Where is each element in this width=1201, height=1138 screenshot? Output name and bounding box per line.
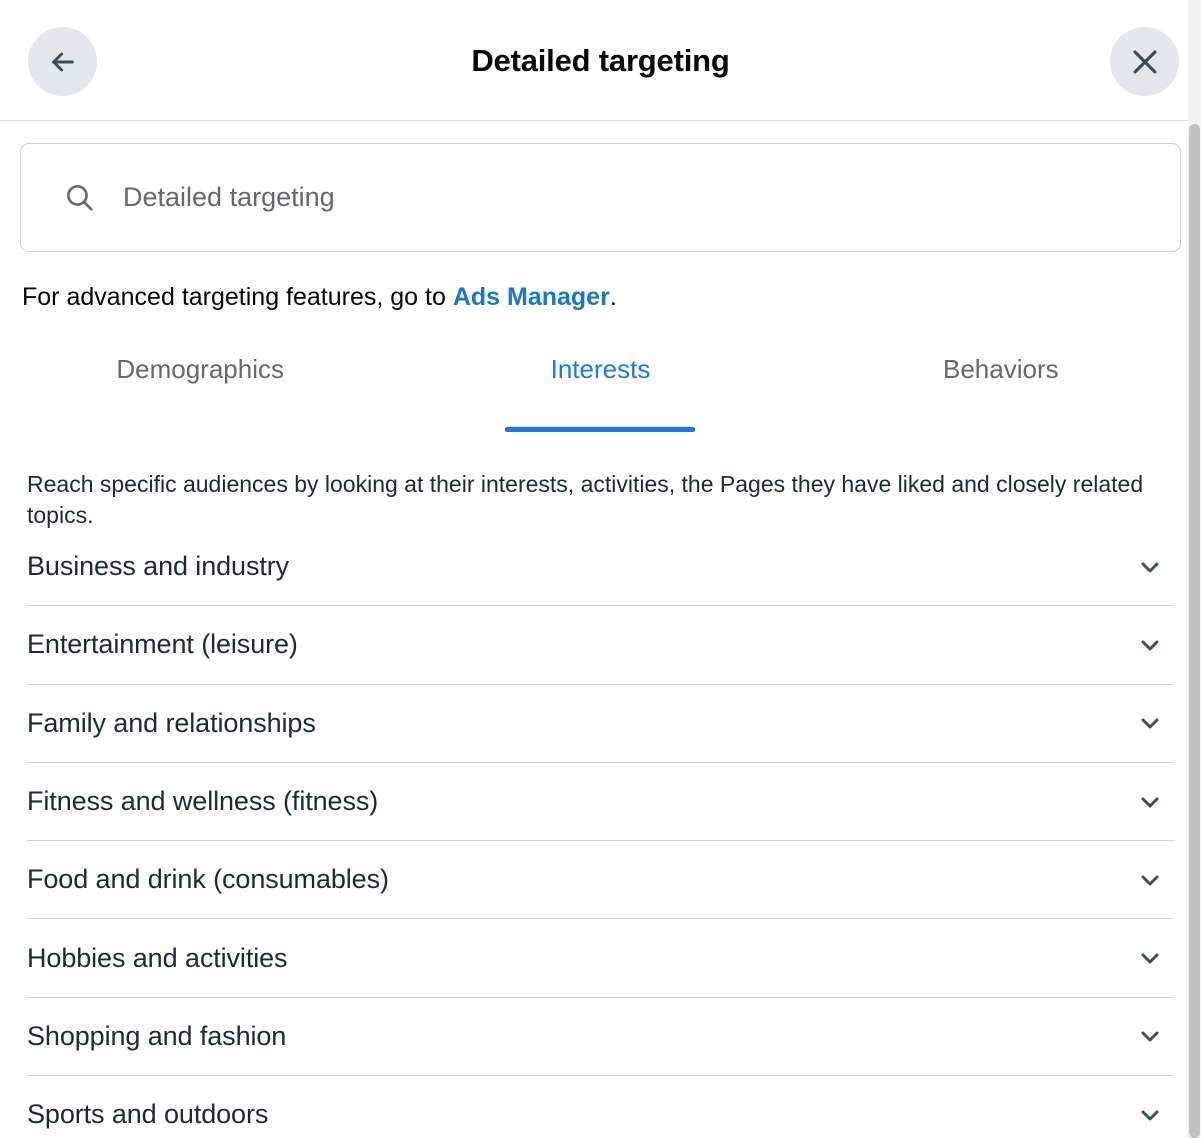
tab-behaviors[interactable]: Behaviors	[801, 346, 1201, 432]
tab-label: Interests	[551, 356, 651, 386]
category-row-shopping-and-fashion[interactable]: Shopping and fashion	[27, 998, 1174, 1076]
chevron-down-icon[interactable]	[1138, 946, 1162, 970]
tab-underline-active	[505, 427, 695, 432]
category-label: Family and relationships	[27, 710, 316, 737]
category-row-fitness-and-wellness[interactable]: Fitness and wellness (fitness)	[27, 763, 1174, 841]
dialog-header: Detailed targeting	[0, 0, 1201, 121]
search-icon	[43, 181, 115, 214]
page-scrollbar-track[interactable]	[1188, 0, 1201, 1138]
back-button[interactable]	[28, 27, 97, 96]
category-label: Hobbies and activities	[27, 945, 287, 972]
detailed-targeting-dialog: Detailed targeting For advanced targetin…	[0, 0, 1201, 1138]
tab-demographics[interactable]: Demographics	[0, 346, 400, 432]
interests-description: Reach specific audiences by looking at t…	[27, 469, 1182, 531]
chevron-down-icon[interactable]	[1138, 555, 1162, 579]
tab-underline	[906, 427, 1096, 432]
category-row-entertainment-leisure[interactable]: Entertainment (leisure)	[27, 606, 1174, 684]
targeting-tabs: Demographics Interests Behaviors	[0, 346, 1201, 432]
page-scrollbar-thumb[interactable]	[1189, 124, 1200, 1138]
category-row-hobbies-and-activities[interactable]: Hobbies and activities	[27, 919, 1174, 997]
tab-label: Behaviors	[943, 356, 1059, 386]
category-row-family-and-relationships[interactable]: Family and relationships	[27, 685, 1174, 763]
chevron-down-icon[interactable]	[1138, 790, 1162, 814]
search-box[interactable]	[20, 143, 1181, 252]
close-button[interactable]	[1110, 27, 1179, 96]
chevron-down-icon[interactable]	[1138, 633, 1162, 657]
advanced-targeting-note: For advanced targeting features, go to A…	[22, 281, 617, 313]
category-label: Business and industry	[27, 553, 289, 580]
category-label: Fitness and wellness (fitness)	[27, 788, 378, 815]
note-prefix: For advanced targeting features, go to	[22, 283, 453, 311]
page-title: Detailed targeting	[471, 45, 729, 76]
chevron-down-icon[interactable]	[1138, 1103, 1162, 1127]
ads-manager-link[interactable]: Ads Manager	[453, 283, 610, 311]
arrow-left-icon	[47, 46, 79, 78]
category-row-sports-and-outdoors[interactable]: Sports and outdoors	[27, 1076, 1174, 1138]
tab-interests[interactable]: Interests	[400, 346, 800, 432]
close-x-icon	[1128, 45, 1162, 79]
tab-label: Demographics	[116, 356, 284, 386]
tab-underline	[105, 427, 295, 432]
category-label: Entertainment (leisure)	[27, 631, 298, 658]
chevron-down-icon[interactable]	[1138, 1024, 1162, 1048]
category-row-business-and-industry[interactable]: Business and industry	[27, 528, 1174, 606]
interests-category-list: Business and industry Entertainment (lei…	[0, 528, 1201, 1138]
category-label: Sports and outdoors	[27, 1101, 268, 1128]
category-label: Food and drink (consumables)	[27, 866, 389, 893]
chevron-down-icon[interactable]	[1138, 711, 1162, 735]
category-label: Shopping and fashion	[27, 1023, 286, 1050]
category-row-food-and-drink[interactable]: Food and drink (consumables)	[27, 841, 1174, 919]
note-suffix: .	[610, 283, 617, 311]
chevron-down-icon[interactable]	[1138, 868, 1162, 892]
search-input[interactable]	[123, 178, 1180, 218]
